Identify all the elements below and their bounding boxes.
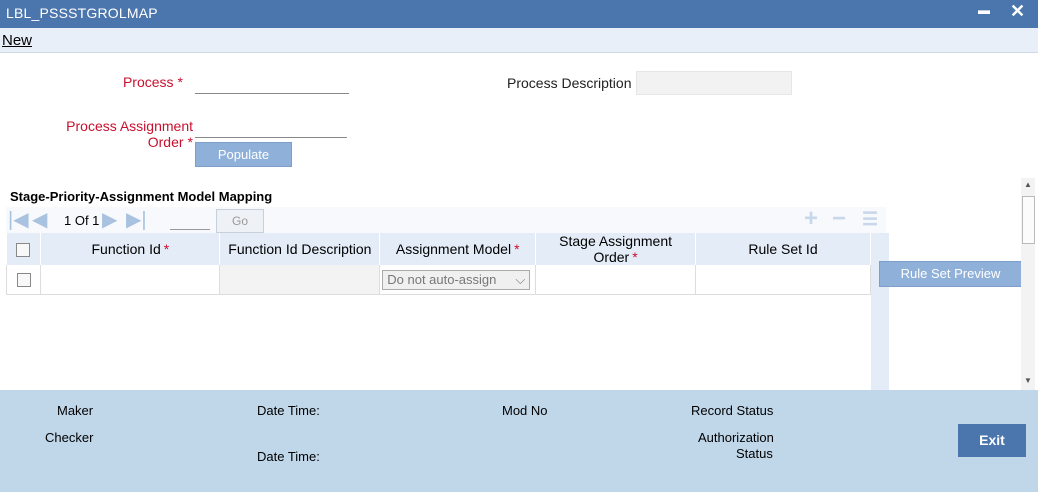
checker-label: Checker	[45, 430, 94, 445]
row-checkbox[interactable]	[16, 273, 31, 288]
add-row-icon[interactable]: +	[804, 207, 818, 231]
menu-bar: New	[0, 28, 1038, 53]
prev-page-icon[interactable]: ◀	[32, 210, 47, 230]
select-all-cell	[6, 233, 42, 265]
close-icon[interactable]: ✕	[1010, 1, 1025, 22]
list-icon[interactable]: ☰	[862, 208, 878, 230]
process-label: Process *	[122, 74, 183, 90]
assignment-model-cell: Do not auto-assign ⌵	[379, 265, 537, 295]
scroll-up-icon[interactable]: ▲	[1024, 180, 1032, 189]
window-title: LBL_PSSSTGROLMAP	[6, 5, 158, 21]
scroll-thumb[interactable]	[1022, 196, 1035, 244]
function-id-cell[interactable]	[40, 265, 221, 295]
col-function-id: Function Id *	[40, 233, 221, 265]
grid-scroll-area	[871, 233, 889, 390]
new-link[interactable]: New	[2, 32, 32, 49]
page-number-input[interactable]	[170, 212, 210, 230]
checker-date-time-label: Date Time:	[257, 449, 320, 464]
grid-title: Stage-Priority-Assignment Model Mapping	[10, 189, 273, 204]
authorization-label: Authorization	[698, 430, 774, 445]
assignment-order-input[interactable]	[195, 117, 347, 138]
maker-date-time-label: Date Time:	[257, 403, 320, 418]
maker-label: Maker	[57, 403, 94, 418]
page-indicator: 1 Of 1	[64, 213, 100, 228]
chevron-down-icon: ⌵	[515, 271, 526, 287]
vertical-scrollbar[interactable]: ▲ ▼	[1021, 178, 1035, 390]
mod-no-label: Mod No	[502, 403, 548, 418]
remove-row-icon[interactable]: −	[832, 207, 846, 231]
assignment-model-select[interactable]: Do not auto-assign ⌵	[382, 269, 531, 290]
next-page-icon[interactable]: ▶	[102, 210, 117, 230]
process-input[interactable]	[195, 73, 349, 94]
first-page-icon[interactable]: |◀	[8, 210, 29, 230]
pagination-bar: |◀ ◀ 1 Of 1 ▶ ▶| Go + − ☰	[6, 207, 886, 233]
process-description-label: Process Description	[507, 75, 632, 91]
authorization-status-label: Status	[736, 446, 773, 461]
process-description-field	[636, 71, 792, 95]
go-button[interactable]: Go	[216, 209, 264, 233]
row-select-cell	[5, 265, 42, 295]
stage-order-cell[interactable]	[535, 265, 696, 295]
col-rule-set-id: Rule Set Id	[695, 233, 872, 265]
populate-button[interactable]: Populate	[195, 142, 292, 167]
rule-set-preview-button[interactable]: Rule Set Preview	[879, 261, 1022, 287]
select-all-checkbox[interactable]	[16, 243, 31, 258]
col-stage-order: Stage Assignment Order *	[535, 233, 696, 265]
assignment-order-label: Process Assignment Order *	[66, 118, 193, 150]
mapping-table: Function Id * Function Id Description Ass…	[5, 233, 872, 295]
last-page-icon[interactable]: ▶|	[126, 210, 147, 230]
col-function-desc: Function Id Description	[219, 233, 381, 265]
col-assignment-model: Assignment Model *	[379, 233, 537, 265]
function-desc-cell	[219, 265, 381, 295]
table-row: Do not auto-assign ⌵	[5, 265, 872, 295]
table-header-row: Function Id * Function Id Description Ass…	[6, 233, 872, 265]
exit-button[interactable]: Exit	[958, 424, 1026, 457]
title-bar: LBL_PSSSTGROLMAP ▬ ✕	[0, 0, 1038, 28]
scroll-down-icon[interactable]: ▼	[1024, 376, 1032, 385]
record-status-label: Record Status	[691, 403, 774, 418]
minimize-icon[interactable]: ▬	[978, 3, 990, 17]
rule-set-id-cell[interactable]	[695, 265, 872, 295]
